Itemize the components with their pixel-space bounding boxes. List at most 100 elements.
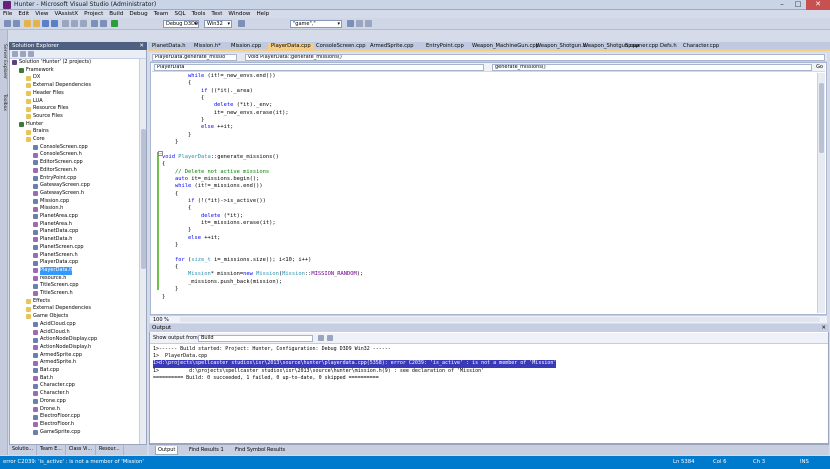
platform-dropdown[interactable]: Win32 bbox=[204, 20, 232, 28]
tree-item[interactable]: ArmedSprite.h bbox=[33, 359, 76, 367]
clear-all-icon[interactable] bbox=[318, 335, 324, 341]
class-dropdown[interactable]: PlayerData bbox=[154, 64, 484, 71]
tree-item[interactable]: TitleScreen.cpp bbox=[33, 282, 79, 290]
output-text[interactable]: 1>------ Build started: Project: Hunter,… bbox=[153, 346, 813, 441]
cut-icon[interactable] bbox=[62, 20, 69, 27]
tab-team-explorer[interactable]: Team E... bbox=[37, 445, 66, 455]
properties-icon[interactable] bbox=[365, 20, 372, 27]
tree-item[interactable]: PlanetArea.h bbox=[33, 221, 72, 229]
menu-test[interactable]: Test bbox=[208, 10, 225, 18]
tree-item[interactable]: ConsoleScreen.h bbox=[33, 151, 82, 159]
tree-item[interactable]: LUA bbox=[26, 98, 43, 106]
tree-item[interactable]: AcidCloud.cpp bbox=[33, 321, 76, 329]
function-scope-dropdown[interactable]: void PlayerData::generate_missions() bbox=[245, 54, 825, 61]
menu-debug[interactable]: Debug bbox=[126, 10, 150, 18]
configuration-dropdown[interactable]: Debug D3D9 bbox=[163, 20, 199, 28]
refresh-icon[interactable] bbox=[20, 51, 26, 57]
menu-help[interactable]: Help bbox=[253, 10, 272, 18]
tree-item[interactable]: PlanetData.h bbox=[33, 236, 72, 244]
menu-vassistx[interactable]: VAssistX bbox=[52, 10, 82, 18]
tree-item[interactable]: Drone.h bbox=[33, 406, 60, 414]
tree-item[interactable]: AcidCloud.h bbox=[33, 329, 70, 337]
doc-tab[interactable]: ConsoleScreen.cpp bbox=[316, 43, 366, 50]
menu-view[interactable]: View bbox=[32, 10, 51, 18]
tree-item[interactable]: TitleScreen.h bbox=[33, 290, 73, 298]
tree-item[interactable]: ElectroFloor.h bbox=[33, 421, 74, 429]
doc-tab[interactable]: Defs.h bbox=[660, 43, 677, 50]
find-icon[interactable] bbox=[347, 20, 354, 27]
solution-scrollbar[interactable] bbox=[139, 59, 146, 444]
tree-item[interactable]: Game Objects bbox=[26, 313, 68, 321]
tree-item[interactable]: PlanetArea.cpp bbox=[33, 213, 78, 221]
close-button[interactable]: ✕ bbox=[806, 0, 830, 10]
tree-item[interactable]: Core bbox=[26, 136, 45, 144]
undo-icon[interactable] bbox=[91, 20, 98, 27]
menu-team[interactable]: Team bbox=[151, 10, 172, 18]
doc-tab[interactable]: EntryPoint.cpp bbox=[426, 43, 464, 50]
tree-item[interactable]: External Dependencies bbox=[26, 305, 91, 313]
maximize-button[interactable]: □ bbox=[790, 0, 806, 10]
doc-tab[interactable]: Mission.cpp bbox=[231, 43, 261, 50]
solution-explorer-icon[interactable] bbox=[356, 20, 363, 27]
minimize-button[interactable]: – bbox=[774, 0, 790, 10]
tree-item[interactable]: ElectroFloor.cpp bbox=[33, 413, 80, 421]
tree-item[interactable]: EntryPoint.cpp bbox=[33, 175, 76, 183]
redo-icon[interactable] bbox=[100, 20, 107, 27]
tree-item[interactable]: ActionNodeDisplay.cpp bbox=[33, 336, 97, 344]
tree-item[interactable]: Effects bbox=[26, 298, 50, 306]
doc-tab[interactable]: Character.cpp bbox=[683, 43, 719, 50]
tree-item[interactable]: ArmedSprite.cpp bbox=[33, 352, 82, 360]
menu-project[interactable]: Project bbox=[81, 10, 106, 18]
new-project-icon[interactable] bbox=[24, 20, 31, 27]
tree-item[interactable]: Character.h bbox=[33, 390, 69, 398]
tree-item[interactable]: Mission.cpp bbox=[33, 198, 69, 206]
member-dropdown[interactable]: generate_missions() bbox=[492, 64, 812, 71]
doc-tab[interactable]: Weapon_Shotgun.h bbox=[536, 43, 586, 50]
menu-sql[interactable]: SQL bbox=[172, 10, 189, 18]
save-icon[interactable] bbox=[42, 20, 49, 27]
tree-item[interactable]: Bat.h bbox=[33, 375, 53, 383]
tree-item[interactable]: PlayerData.cpp bbox=[33, 259, 78, 267]
tab-class-view[interactable]: Class Vi... bbox=[66, 445, 97, 455]
tree-item[interactable]: Drone.cpp bbox=[33, 398, 66, 406]
tree-item[interactable]: External Dependencies bbox=[26, 82, 91, 90]
back-icon[interactable] bbox=[4, 20, 11, 27]
find-in-files-icon[interactable] bbox=[238, 20, 245, 27]
tree-item[interactable]: Character.cpp bbox=[33, 382, 75, 390]
doc-tab[interactable]: PlanetData.h bbox=[152, 43, 186, 50]
tree-item[interactable]: ConsoleScreen.cpp bbox=[33, 144, 88, 152]
close-icon[interactable]: ✕ bbox=[821, 324, 826, 332]
scroll-thumb[interactable] bbox=[141, 129, 146, 269]
menu-window[interactable]: Window bbox=[225, 10, 253, 18]
tree-item[interactable]: GameSprite.cpp bbox=[33, 429, 80, 437]
go-button[interactable]: Go bbox=[816, 64, 823, 71]
toolbox-tab[interactable]: Toolbox bbox=[1, 94, 7, 111]
tree-item[interactable]: Brains bbox=[26, 128, 49, 136]
tree-item[interactable]: GatewayScreen.cpp bbox=[33, 182, 90, 190]
tree-item[interactable]: Resource Files bbox=[26, 105, 69, 113]
doc-tab[interactable]: PlayerData.cpp bbox=[268, 43, 314, 50]
menu-tools[interactable]: Tools bbox=[189, 10, 209, 18]
tree-item[interactable]: ActionNodeDisplay.h bbox=[33, 344, 91, 352]
tree-item[interactable]: Bat.cpp bbox=[33, 367, 59, 375]
close-icon[interactable]: ✕ bbox=[139, 42, 144, 50]
tree-item[interactable]: GatewayScreen.h bbox=[33, 190, 84, 198]
doc-tab[interactable]: Spawner.cpp bbox=[625, 43, 658, 50]
tree-item[interactable]: Source Files bbox=[26, 113, 63, 121]
doc-tab[interactable]: ArmedSprite.cpp bbox=[370, 43, 414, 50]
output-source-dropdown[interactable]: Build bbox=[198, 335, 313, 342]
word-wrap-icon[interactable] bbox=[327, 335, 333, 341]
tree-item[interactable]: Framework bbox=[19, 67, 54, 75]
tab-find-results-1[interactable]: Find Results 1 bbox=[187, 446, 226, 454]
forward-icon[interactable] bbox=[13, 20, 20, 27]
tree-item[interactable]: PlanetScreen.h bbox=[33, 252, 78, 260]
doc-tab[interactable]: Mission.h* bbox=[194, 43, 221, 50]
tab-find-symbol-results[interactable]: Find Symbol Results bbox=[233, 446, 287, 454]
tab-resource-view[interactable]: Resour... bbox=[96, 445, 124, 455]
menu-file[interactable]: File bbox=[0, 10, 15, 18]
tree-item[interactable]: Mission.h bbox=[33, 205, 63, 213]
tree-item[interactable]: EditorScreen.cpp bbox=[33, 159, 83, 167]
tab-output[interactable]: Output bbox=[155, 446, 179, 455]
tree-item[interactable]: Solution 'Hunter' (2 projects) bbox=[12, 59, 91, 67]
tree-item[interactable]: Header Files bbox=[26, 90, 64, 98]
